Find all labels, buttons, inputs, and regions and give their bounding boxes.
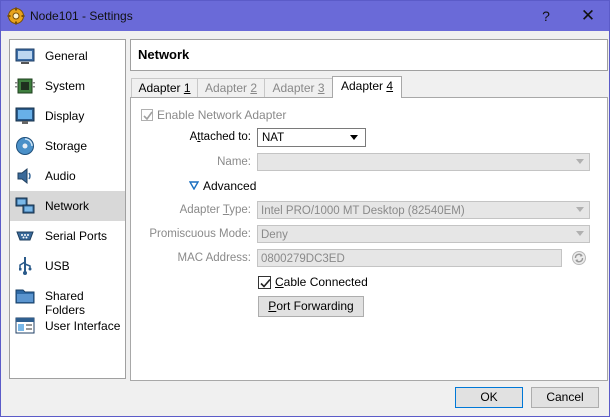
sidebar-item-storage[interactable]: Storage <box>10 131 125 161</box>
sidebar-item-display[interactable]: Display <box>10 101 125 131</box>
panel-heading: Network <box>130 39 608 71</box>
sidebar-label-system: System <box>45 79 86 93</box>
check-icon <box>260 278 271 288</box>
sidebar-label-display: Display <box>45 109 85 123</box>
serial-ports-icon <box>16 231 34 241</box>
sidebar-item-audio[interactable]: Audio <box>10 161 125 191</box>
attached-to-label: Attached to: <box>189 131 251 143</box>
shared-folders-icon <box>15 289 35 304</box>
general-icon <box>15 48 35 64</box>
advanced-expand-icon[interactable] <box>189 181 199 190</box>
chevron-down-icon <box>576 207 584 212</box>
sidebar-label-audio: Audio <box>45 169 76 183</box>
sidebar-label-serial-ports: Serial Ports <box>45 229 108 243</box>
adapter-tab-content: Enable Network Adapter Attached to: NAT … <box>130 97 608 381</box>
close-button[interactable]: ✕ <box>573 5 603 27</box>
ok-button[interactable]: OK <box>455 387 523 408</box>
sidebar-item-usb[interactable]: USB <box>10 251 125 281</box>
sidebar-label-storage: Storage <box>45 139 88 153</box>
storage-icon <box>16 137 34 155</box>
audio-icon <box>17 167 31 185</box>
sidebar-label-user-interface: User Interface <box>45 319 121 333</box>
title-bar[interactable]: Node101 - Settings ? ✕ <box>1 1 609 31</box>
sidebar-item-serial-ports[interactable]: Serial Ports <box>10 221 125 251</box>
name-select[interactable] <box>257 153 590 171</box>
settings-panel: Network Adapter 1 Adapter 2 Adapter 3 Ad… <box>130 39 608 381</box>
adapter-type-label: Adapter Type: <box>179 204 251 216</box>
port-forwarding-button[interactable]: Port Forwarding <box>258 296 364 317</box>
sidebar-item-user-interface[interactable]: User Interface <box>10 311 125 341</box>
advanced-toggle-label[interactable]: Advanced <box>203 179 256 193</box>
check-icon <box>143 111 153 121</box>
system-icon <box>15 78 35 94</box>
sidebar-item-general[interactable]: General <box>10 41 125 71</box>
sidebar-item-network[interactable]: Network <box>10 191 125 221</box>
settings-sidebar: General System Display Storage Audio Net… <box>9 39 126 379</box>
network-icon <box>15 197 35 214</box>
help-button[interactable]: ? <box>531 5 561 27</box>
tab-adapter-1[interactable]: Adapter 1 <box>131 78 198 98</box>
mac-address-label: MAC Address: <box>177 252 252 264</box>
name-label: Name: <box>217 156 251 168</box>
sidebar-label-network: Network <box>45 199 90 213</box>
chevron-down-icon <box>576 231 584 236</box>
user-interface-icon <box>15 317 35 334</box>
attached-to-select[interactable]: NAT <box>257 128 366 147</box>
cancel-button[interactable]: Cancel <box>531 387 599 408</box>
sidebar-item-system[interactable]: System <box>10 71 125 101</box>
sidebar-label-general: General <box>45 49 88 63</box>
promiscuous-mode-label: Promiscuous Mode: <box>149 228 251 240</box>
sidebar-label-usb: USB <box>45 259 70 273</box>
cable-connected-label: Cable Connected <box>275 275 368 289</box>
enable-adapter-checkbox[interactable] <box>141 109 153 121</box>
app-gear-icon <box>7 7 25 25</box>
cable-connected-checkbox[interactable] <box>258 276 271 289</box>
page-title: Network <box>138 47 190 62</box>
mac-address-input[interactable]: 0800279DC3ED <box>257 249 562 267</box>
tab-adapter-4[interactable]: Adapter 4 <box>332 76 402 98</box>
chevron-down-icon <box>576 159 584 164</box>
usb-icon <box>19 257 32 275</box>
settings-window: Node101 - Settings ? ✕ General System Di… <box>0 0 610 417</box>
promiscuous-mode-select[interactable]: Deny <box>257 225 590 243</box>
sidebar-item-shared-folders[interactable]: Shared Folders <box>10 281 125 317</box>
display-icon <box>15 107 35 124</box>
tab-adapter-3[interactable]: Adapter 3 <box>264 78 333 98</box>
window-title: Node101 - Settings <box>30 9 133 23</box>
chevron-down-icon <box>350 135 358 140</box>
refresh-mac-icon[interactable] <box>571 250 587 266</box>
enable-adapter-label: Enable Network Adapter <box>157 108 287 122</box>
adapter-type-select[interactable]: Intel PRO/1000 MT Desktop (82540EM) <box>257 201 590 219</box>
tab-adapter-2[interactable]: Adapter 2 <box>197 78 265 98</box>
